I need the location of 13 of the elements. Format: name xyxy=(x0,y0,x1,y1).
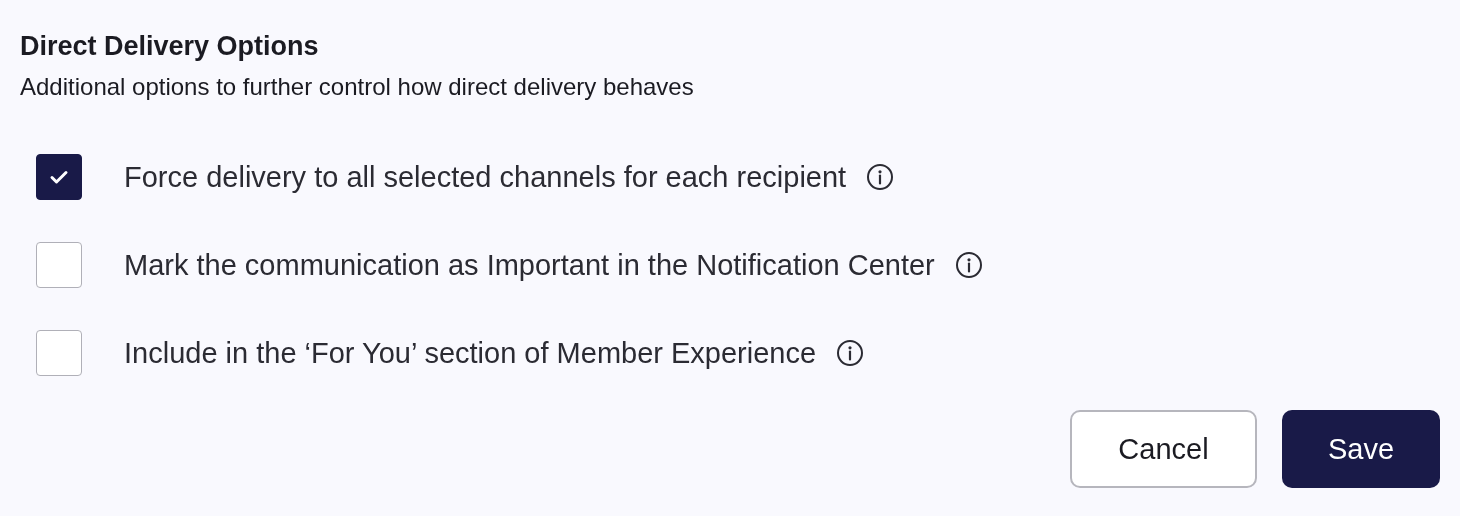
option-label: Include in the ‘For You’ section of Member Experience xyxy=(124,336,817,370)
info-icon[interactable] xyxy=(836,339,865,367)
info-icon[interactable] xyxy=(866,163,895,191)
section-title: Direct Delivery Options xyxy=(20,30,319,63)
checkbox[interactable] xyxy=(36,154,82,200)
checkbox[interactable] xyxy=(36,242,82,288)
checkbox[interactable] xyxy=(36,330,82,376)
info-icon[interactable] xyxy=(954,251,983,279)
save-button[interactable]: Save xyxy=(1282,410,1440,488)
option-label: Mark the communication as Important in the Notification Center xyxy=(124,248,935,282)
section-description: Additional options to further control how direct delivery behaves xyxy=(20,72,694,102)
cancel-button[interactable]: Cancel xyxy=(1070,410,1257,488)
option-label: Force delivery to all selected channels for each recipient xyxy=(124,160,847,194)
